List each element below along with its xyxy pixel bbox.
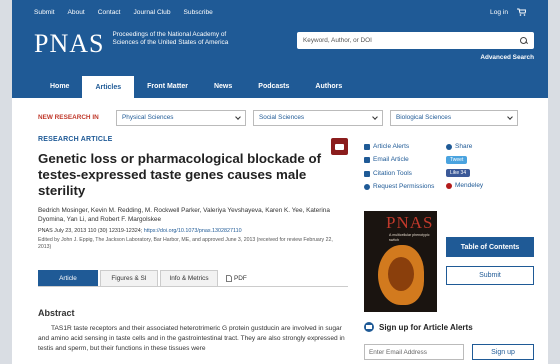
chevron-down-icon <box>507 113 513 120</box>
cover-art-detail <box>388 257 414 291</box>
tab-article[interactable]: Article <box>38 270 98 286</box>
mendeley-link[interactable]: Mendeley <box>446 179 483 192</box>
doi-link[interactable]: https://doi.org/10.1073/pnas.1302827110 <box>144 228 242 234</box>
tool-label: Request Permissions <box>373 183 435 191</box>
nav-authors[interactable]: Authors <box>302 74 355 98</box>
pnas-logo[interactable]: PNAS <box>34 30 104 58</box>
citation-line: PNAS July 23, 2013 110 (30) 12319-12324;… <box>38 228 348 234</box>
pdf-icon <box>226 274 232 282</box>
request-permissions-link[interactable]: Request Permissions <box>364 180 434 193</box>
bell-icon <box>364 143 370 150</box>
search-placeholder: Keyword, Author, or DOI <box>303 37 372 44</box>
citation-tools-link[interactable]: Citation Tools <box>364 167 434 180</box>
subscribe-link[interactable]: Subscribe <box>184 9 213 16</box>
select-value: Physical Sciences <box>122 114 174 121</box>
submit-link[interactable]: Submit <box>34 9 55 16</box>
tool-label: Email Article <box>373 156 409 164</box>
biological-sciences-select[interactable]: Biological Sciences <box>390 109 518 126</box>
abstract-heading: Abstract <box>38 308 75 318</box>
mendeley-icon <box>446 182 452 189</box>
envelope-icon <box>364 322 374 332</box>
citation-text: PNAS July 23, 2013 110 (30) 12319-12324; <box>38 228 143 235</box>
physical-sciences-select[interactable]: Physical Sciences <box>116 109 246 126</box>
quote-icon <box>364 170 370 177</box>
main-nav: Home Articles Front Matter News Podcasts… <box>12 74 548 98</box>
article-tools: Article Alerts Email Article Citation To… <box>364 140 434 194</box>
share-label: Share <box>455 143 473 150</box>
author-list[interactable]: Bedrich Mosinger, Kevin M. Redding, M. R… <box>38 207 348 224</box>
nav-podcasts[interactable]: Podcasts <box>245 74 302 98</box>
select-value: Biological Sciences <box>396 114 452 121</box>
account-area: Log in <box>490 8 526 16</box>
email-field[interactable]: Enter Email Address <box>364 344 464 360</box>
masthead-tagline: Proceedings of the National Academy of S… <box>112 31 229 46</box>
sign-up-button[interactable]: Sign up <box>472 344 534 360</box>
contact-link[interactable]: Contact <box>98 9 121 16</box>
email-article-link[interactable]: Email Article <box>364 153 434 166</box>
search-icon[interactable] <box>520 36 528 45</box>
nav-home[interactable]: Home <box>37 74 82 98</box>
journal-cover[interactable]: PNAS A multicellular phenotypic switch <box>364 211 437 312</box>
article-alerts-link[interactable]: Article Alerts <box>364 140 434 153</box>
cover-subtitle: A multicellular phenotypic switch <box>389 233 430 242</box>
about-link[interactable]: About <box>68 9 85 16</box>
pdf-link[interactable]: PDF <box>226 270 247 286</box>
share-icon <box>446 143 452 150</box>
new-research-row: NEW RESEARCH IN Physical Sciences Social… <box>12 98 548 126</box>
table-of-contents-button[interactable]: Table of Contents <box>446 237 534 257</box>
article-type: RESEARCH ARTICLE <box>38 136 113 143</box>
chevron-down-icon <box>372 113 378 120</box>
search-input[interactable]: Keyword, Author, or DOI <box>297 32 534 49</box>
tab-info-metrics[interactable]: Info & Metrics <box>160 270 218 286</box>
article-tabs: Article Figures & SI Info & Metrics PDF <box>38 270 348 287</box>
page: Submit About Contact Journal Club Subscr… <box>12 0 548 364</box>
tweet-button[interactable]: Tweet <box>446 155 468 164</box>
nav-news[interactable]: News <box>201 74 245 98</box>
cart-icon[interactable] <box>517 8 526 16</box>
pdf-label: PDF <box>234 274 247 282</box>
alerts-heading: Sign up for Article Alerts <box>364 322 473 332</box>
article-header: RESEARCH ARTICLE Genetic loss or pharmac… <box>38 136 348 251</box>
submit-button[interactable]: Submit <box>446 266 534 285</box>
tab-figures-si[interactable]: Figures & SI <box>100 270 158 286</box>
chevron-down-icon <box>235 113 241 120</box>
email-icon <box>364 157 370 164</box>
copyright-icon <box>364 183 370 190</box>
article-title: Genetic loss or pharmacological blockade… <box>38 151 322 198</box>
utility-links: Submit About Contact Journal Club Subscr… <box>34 9 213 16</box>
facebook-like-button[interactable]: Like 34 <box>446 168 471 177</box>
advanced-search-link[interactable]: Advanced Search <box>480 54 534 61</box>
masthead: PNAS Proceedings of the National Academy… <box>12 24 548 74</box>
tool-label: Citation Tools <box>373 169 412 177</box>
share-panel: Share Tweet Like 34 Mendeley <box>446 140 483 192</box>
select-value: Social Sciences <box>259 114 305 121</box>
journal-club-link[interactable]: Journal Club <box>134 9 171 16</box>
login-link[interactable]: Log in <box>490 9 508 16</box>
nav-front-matter[interactable]: Front Matter <box>134 74 201 98</box>
cover-title: PNAS <box>386 213 434 232</box>
share-link[interactable]: Share <box>446 140 483 153</box>
email-placeholder: Enter Email Address <box>369 348 427 356</box>
new-research-label: NEW RESEARCH IN <box>38 114 99 121</box>
open-access-icon <box>331 138 348 155</box>
tool-label: Article Alerts <box>373 143 410 150</box>
abstract-text: TAS1R taste receptors and their associat… <box>38 325 345 353</box>
edited-by: Edited by John J. Eppig, The Jackson Lab… <box>38 237 333 251</box>
utility-bar: Submit About Contact Journal Club Subscr… <box>12 0 548 24</box>
mendeley-label: Mendeley <box>455 182 484 189</box>
alerts-heading-text: Sign up for Article Alerts <box>379 322 473 332</box>
social-sciences-select[interactable]: Social Sciences <box>253 109 383 126</box>
nav-articles[interactable]: Articles <box>82 76 135 98</box>
